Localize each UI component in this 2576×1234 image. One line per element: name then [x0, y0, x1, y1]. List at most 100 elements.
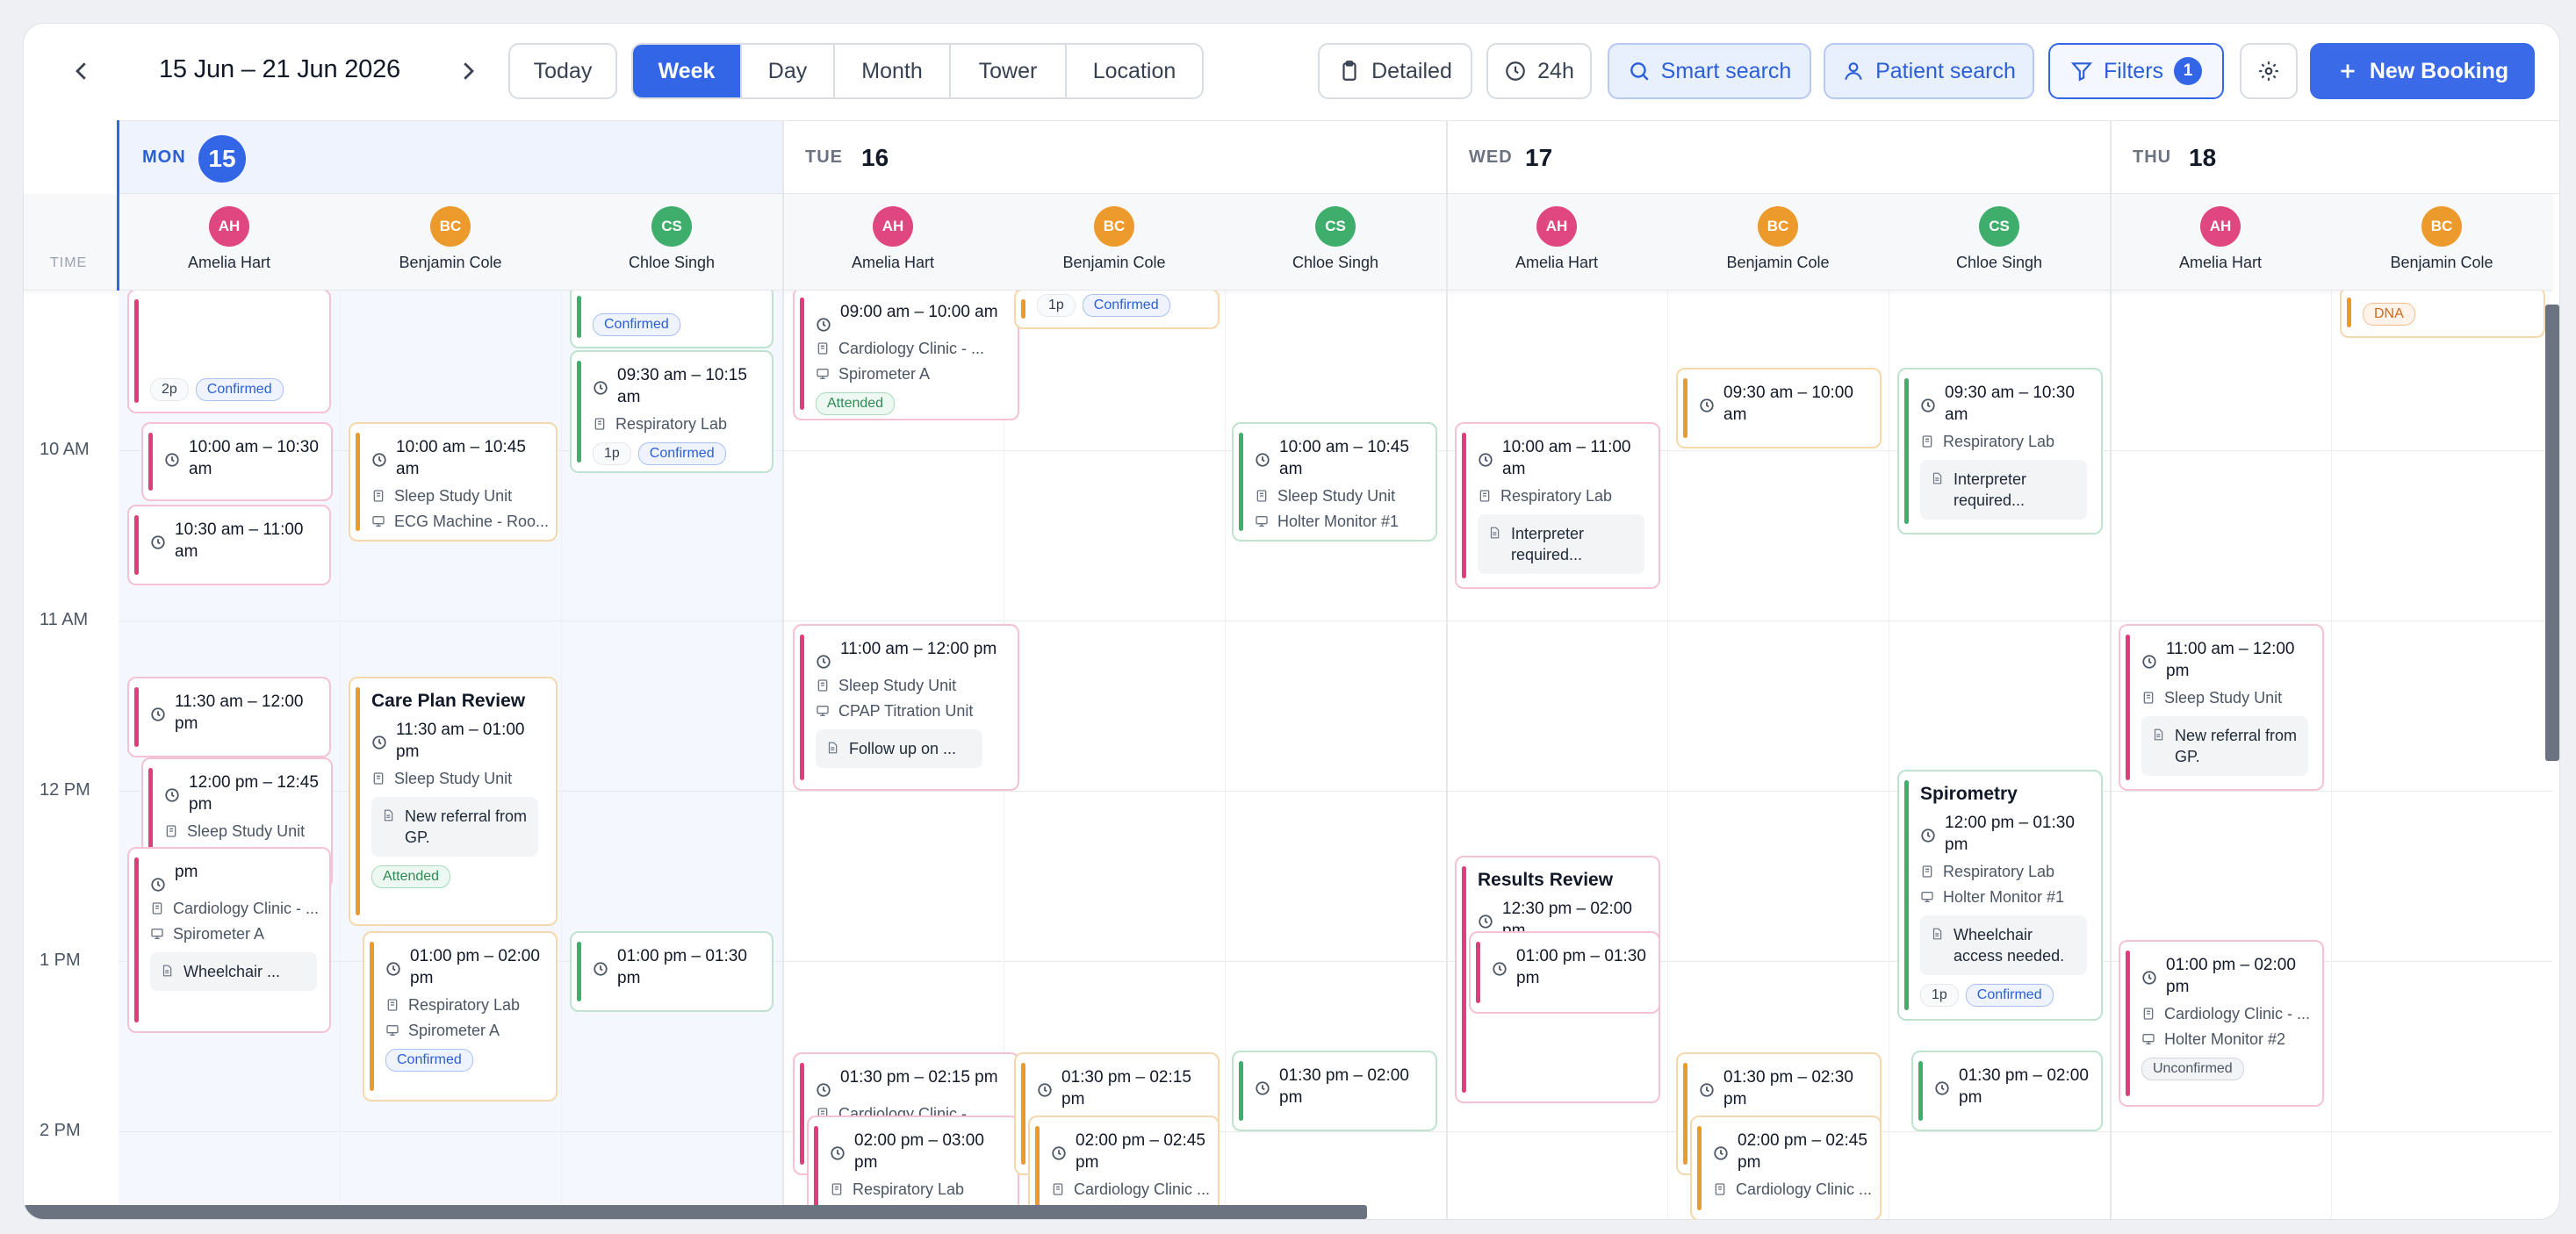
note-text: Follow up on ... — [849, 740, 957, 757]
location-text: Cardiology Clinic ... — [1736, 1180, 1873, 1198]
settings-button[interactable] — [2240, 43, 2298, 99]
appointment-location: Respiratory Lab — [830, 1180, 1009, 1199]
location-icon — [2143, 1008, 2154, 1020]
time-text: 01:00 pm – 02:00 pm — [2166, 956, 2296, 996]
appointment-title: Results Review — [1478, 870, 1614, 890]
filters-button[interactable]: Filters 1 — [2048, 43, 2224, 99]
appointment-card[interactable]: 10:00 am – 11:00 am Respiratory Lab Interp… — [1455, 422, 1660, 589]
appointment-card[interactable]: 01:30 pm – 02:00 pm — [1911, 1051, 2103, 1131]
appointment-location: Cardiology Clinic - ... — [150, 900, 320, 918]
appointment-card[interactable]: 09:00 am – 10:00 am Cardiology Clinic - .… — [793, 291, 1019, 420]
appointment-card[interactable]: 09:30 am – 10:15 am Respiratory Lab 1p Conf… — [570, 350, 774, 473]
view-week-tab[interactable]: Week — [633, 45, 742, 97]
clock-icon — [2142, 655, 2156, 669]
location-text: Respiratory Lab — [1943, 863, 2055, 880]
location-icon — [817, 679, 828, 692]
time-text: 10:00 am – 10:45 am — [396, 438, 526, 478]
view-location-tab[interactable]: Location — [1067, 45, 1202, 97]
smart-search-button[interactable]: Smart search — [1608, 43, 1811, 99]
resource-header[interactable]: BC Benjamin Cole — [2336, 206, 2547, 272]
appointment-card[interactable]: 02:00 pm – 02:45 pm Cardiology Clinic ... — [1690, 1116, 1882, 1219]
time-text: 01:30 pm – 02:30 pm — [1723, 1068, 1853, 1108]
horizontal-scrollbar[interactable] — [24, 1205, 1367, 1219]
equipment-icon — [151, 929, 163, 939]
appointment-location: Respiratory Lab — [385, 996, 547, 1015]
note-text: New referral from GP. — [405, 807, 528, 846]
clock-icon — [386, 962, 400, 976]
day-of-week: THU — [2133, 147, 2172, 167]
appointment-card[interactable]: 01:00 pm – 01:30 pm — [1469, 931, 1660, 1014]
resource-header[interactable]: AH Amelia Hart — [124, 206, 335, 272]
day-header-wed[interactable]: WED 17 — [1446, 120, 2110, 194]
appointment-card[interactable]: 11:00 am – 12:00 pm Sleep Study Unit New r… — [2119, 624, 2324, 791]
resource-header[interactable]: AH Amelia Hart — [2115, 206, 2326, 272]
appointment-card[interactable]: 09:30 am – 10:00 am — [1676, 368, 1882, 448]
status-badge: 1p — [593, 442, 631, 465]
appointment-card[interactable]: 1p Confirmed — [1014, 291, 1220, 329]
clock-format-toggle[interactable]: 24h — [1486, 43, 1592, 99]
resource-header[interactable]: CS Chloe Singh — [566, 206, 777, 272]
detailed-toggle[interactable]: Detailed — [1318, 43, 1472, 99]
location-icon — [1256, 490, 1267, 502]
appointment-card[interactable]: 11:30 am – 12:00 pm — [127, 677, 331, 757]
today-button[interactable]: Today — [508, 43, 617, 99]
note-icon — [2154, 728, 2163, 741]
status-badge: Attended — [816, 392, 896, 415]
status-chips: Attended — [371, 865, 547, 888]
appointment-card[interactable]: 01:00 pm – 02:00 pm Cardiology Clinic - .… — [2119, 940, 2324, 1107]
day-number: 15 — [198, 135, 246, 183]
day-header-mon[interactable]: MON 15 — [117, 120, 782, 194]
location-text: Sleep Study Unit — [1277, 487, 1396, 505]
resource-header[interactable]: CS Chloe Singh — [1894, 206, 2105, 272]
clock-icon — [1921, 829, 1935, 843]
resource-header[interactable]: AH Amelia Hart — [788, 206, 998, 272]
prev-week-button[interactable] — [61, 50, 103, 92]
note-icon — [1932, 472, 1942, 484]
status-chips: Confirmed — [593, 313, 763, 336]
appointment-card[interactable]: 01:00 pm – 02:00 pm Respiratory Lab Spirom… — [363, 931, 558, 1101]
day-divider — [1446, 120, 1448, 1219]
view-day-tab[interactable]: Day — [742, 45, 835, 97]
appointment-card[interactable]: 01:00 pm – 01:30 pm — [570, 931, 774, 1012]
view-tower-tab[interactable]: Tower — [951, 45, 1067, 97]
time-text: 10:30 am – 11:00 am — [175, 520, 304, 561]
resource-header[interactable]: BC Benjamin Cole — [345, 206, 556, 272]
resource-header[interactable]: AH Amelia Hart — [1451, 206, 1662, 272]
view-month-tab[interactable]: Month — [835, 45, 951, 97]
day-header-thu[interactable]: THU 18 — [2110, 120, 2559, 194]
patient-search-button[interactable]: Patient search — [1824, 43, 2034, 99]
clock-icon — [1038, 1083, 1052, 1097]
vertical-scrollbar[interactable] — [2545, 305, 2559, 761]
clock-icon — [1506, 61, 1525, 81]
appointment-card[interactable]: 01:30 pm – 02:00 pm — [1232, 1051, 1437, 1131]
appointment-card[interactable]: 2p Confirmed — [127, 291, 331, 413]
note-icon — [162, 965, 172, 977]
appointment-card[interactable]: pm Cardiology Clinic - ... Spirometer A Whe… — [127, 847, 331, 1033]
appointment-card[interactable]: 10:00 am – 10:45 am Sleep Study Unit ECG M… — [349, 422, 558, 542]
appointment-card[interactable]: Confirmed — [570, 291, 774, 348]
date-range-label: 15 Jun – 21 Jun 2026 — [159, 55, 400, 83]
location-icon — [373, 772, 384, 785]
appointment-time: 01:00 pm – 02:00 pm — [2141, 954, 2313, 998]
resource-header[interactable]: BC Benjamin Cole — [1673, 206, 1883, 272]
appointment-card[interactable]: 10:30 am – 11:00 am — [127, 505, 331, 585]
appointment-card[interactable]: 10:00 am – 10:45 am Sleep Study Unit Holte… — [1232, 422, 1437, 542]
day-header-tue[interactable]: TUE 16 — [782, 120, 1446, 194]
appointment-card[interactable]: 11:00 am – 12:00 pm Sleep Study Unit CPAP … — [793, 624, 1019, 791]
new-booking-button[interactable]: New Booking — [2310, 43, 2535, 99]
status-chips: 1p Confirmed — [1037, 294, 1209, 317]
appointment-card[interactable]: 10:00 am – 10:30 am — [141, 422, 333, 501]
appointment-card[interactable]: Care Plan Review 11:30 am – 01:00 pm Sleep… — [349, 677, 558, 926]
appointment-card[interactable]: Spirometry 12:00 pm – 01:30 pm Respiratory… — [1897, 770, 2103, 1021]
location-text: Cardiology Clinic - ... — [2164, 1005, 2311, 1022]
time-grid[interactable]: 10 AM 11 AM 12 PM 1 PM 2 PM 2p Confirmed 10:00… — [24, 291, 2552, 1219]
time-text: 09:00 am – 10:00 am — [840, 303, 998, 321]
appointment-card[interactable]: 09:30 am – 10:30 am Respiratory Lab Interp… — [1897, 368, 2103, 534]
appointment-card[interactable]: DNA — [2340, 291, 2545, 338]
next-week-button[interactable] — [447, 50, 489, 92]
resource-header[interactable]: CS Chloe Singh — [1230, 206, 1441, 272]
chevron-right-icon — [464, 62, 474, 80]
resource-header[interactable]: BC Benjamin Cole — [1009, 206, 1220, 272]
equipment-text: Holter Monitor #1 — [1277, 513, 1400, 530]
avatar: BC — [1094, 206, 1134, 247]
